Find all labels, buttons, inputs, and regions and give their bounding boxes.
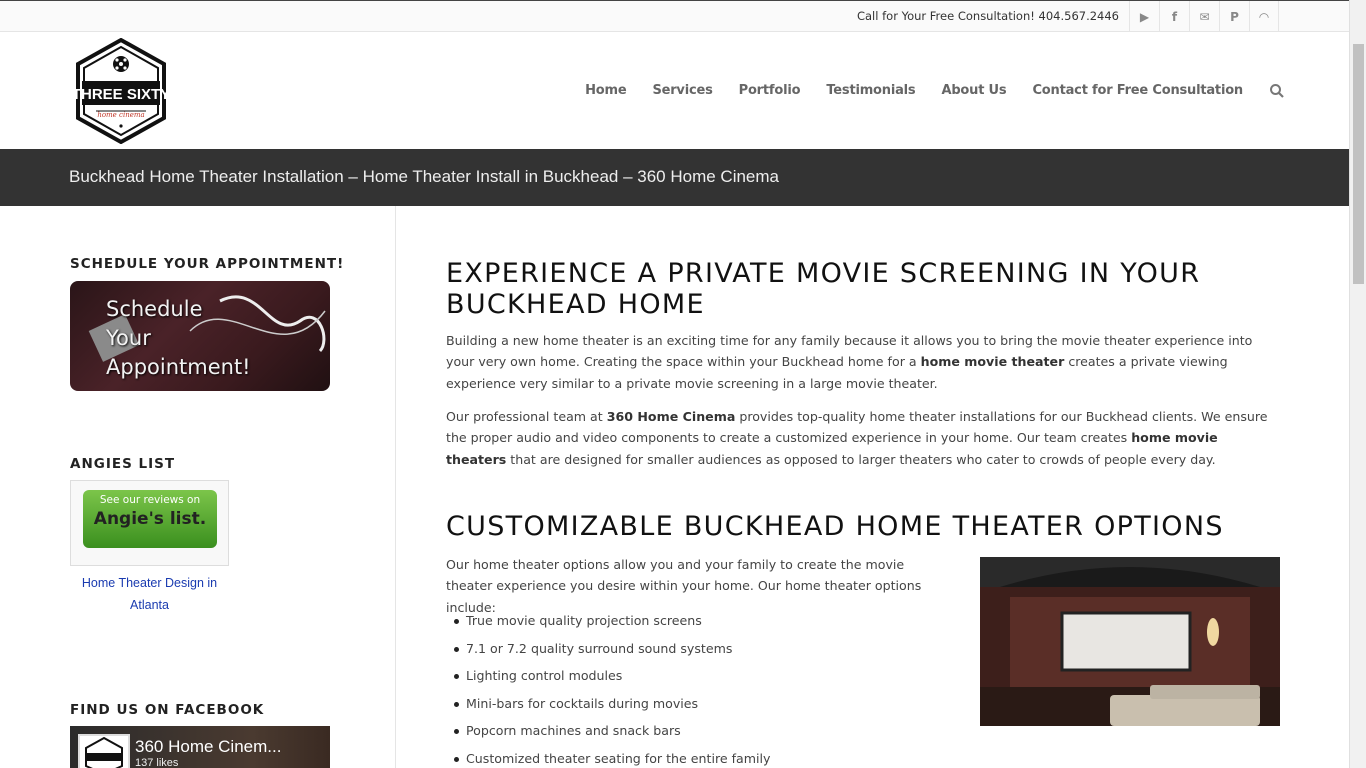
banner-text: Schedule Your Appointment!	[106, 297, 251, 379]
facebook-page-name[interactable]: 360 Home Cinem...	[135, 737, 281, 757]
pinterest-icon[interactable]: P	[1219, 1, 1249, 32]
svg-text:THREE SIXTY: THREE SIXTY	[74, 86, 168, 103]
rss-icon[interactable]: ◠	[1249, 1, 1279, 32]
nav-services[interactable]: Services	[652, 83, 712, 98]
site-logo[interactable]: THREE SIXTY home cinema	[72, 37, 170, 145]
nav-testimonials[interactable]: Testimonials	[826, 83, 915, 98]
main-content: EXPERIENCE A PRIVATE MOVIE SCREENING IN …	[446, 206, 1286, 768]
angies-list-link[interactable]: Home Theater Design in Atlanta	[70, 572, 229, 616]
nav-about-us[interactable]: About Us	[941, 83, 1006, 98]
list-item: Popcorn machines and snack bars	[446, 720, 966, 748]
page-title-bar: Buckhead Home Theater Installation – Hom…	[0, 149, 1349, 206]
list-item: True movie quality projection screens	[446, 610, 966, 638]
main-nav: Home Services Portfolio Testimonials Abo…	[559, 32, 1285, 149]
page-title[interactable]: Buckhead Home Theater Installation – Hom…	[69, 167, 779, 187]
angies-list-badge[interactable]: See our reviews on Angie's list.	[70, 480, 229, 566]
facebook-page-avatar	[78, 734, 130, 768]
top-bar: Call for Your Free Consultation! 404.567…	[0, 0, 1349, 32]
schedule-widget-title: SCHEDULE YOUR APPOINTMENT!	[70, 256, 345, 272]
intro-paragraph: Building a new home theater is an exciti…	[446, 333, 1253, 391]
facebook-page-plugin[interactable]: 360 Home Cinem... 137 likes	[70, 726, 330, 768]
nav-contact[interactable]: Contact for Free Consultation	[1032, 83, 1243, 98]
facebook-widget-title: FIND US ON FACEBOOK	[70, 702, 265, 718]
search-icon[interactable]	[1269, 83, 1285, 99]
scrollbar-thumb[interactable]	[1353, 44, 1364, 284]
phone-cta: Call for Your Free Consultation! 404.567…	[856, 9, 1119, 23]
svg-text:home cinema: home cinema	[97, 111, 144, 119]
social-links: ▶ f ✉ P ◠	[1129, 1, 1279, 32]
options-list: True movie quality projection screens 7.…	[446, 610, 966, 768]
nav-portfolio[interactable]: Portfolio	[739, 83, 801, 98]
sidebar: SCHEDULE YOUR APPOINTMENT! Schedule Your…	[0, 206, 396, 768]
angies-list-logo: See our reviews on Angie's list.	[83, 490, 217, 548]
heading-private-screening: EXPERIENCE A PRIVATE MOVIE SCREENING IN …	[446, 258, 1201, 320]
heading-theater-options: CUSTOMIZABLE BUCKHEAD HOME THEATER OPTIO…	[446, 511, 1224, 542]
team-paragraph: Our professional team at 360 Home Cinema…	[446, 409, 1268, 467]
list-item: 7.1 or 7.2 quality surround sound system…	[446, 638, 966, 666]
angies-widget-title: ANGIES LIST	[70, 456, 176, 472]
logo-badge-icon: THREE SIXTY home cinema	[72, 37, 170, 145]
list-item: Mini-bars for cocktails during movies	[446, 693, 966, 721]
mail-icon[interactable]: ✉	[1189, 1, 1219, 32]
list-item: Customized theater seating for the entir…	[446, 748, 966, 768]
nav-home[interactable]: Home	[585, 83, 627, 98]
options-intro-paragraph: Our home theater options allow you and y…	[446, 557, 922, 615]
page-scrollbar[interactable]	[1349, 0, 1366, 768]
facebook-likes-count: 137 likes	[135, 757, 179, 768]
home-theater-photo	[980, 557, 1280, 726]
list-item: Lighting control modules	[446, 665, 966, 693]
schedule-appointment-banner[interactable]: Schedule Your Appointment!	[70, 281, 330, 391]
site-header: THREE SIXTY home cinema Home Services Po…	[0, 32, 1349, 149]
facebook-icon[interactable]: f	[1159, 1, 1189, 32]
youtube-icon[interactable]: ▶	[1129, 1, 1159, 32]
